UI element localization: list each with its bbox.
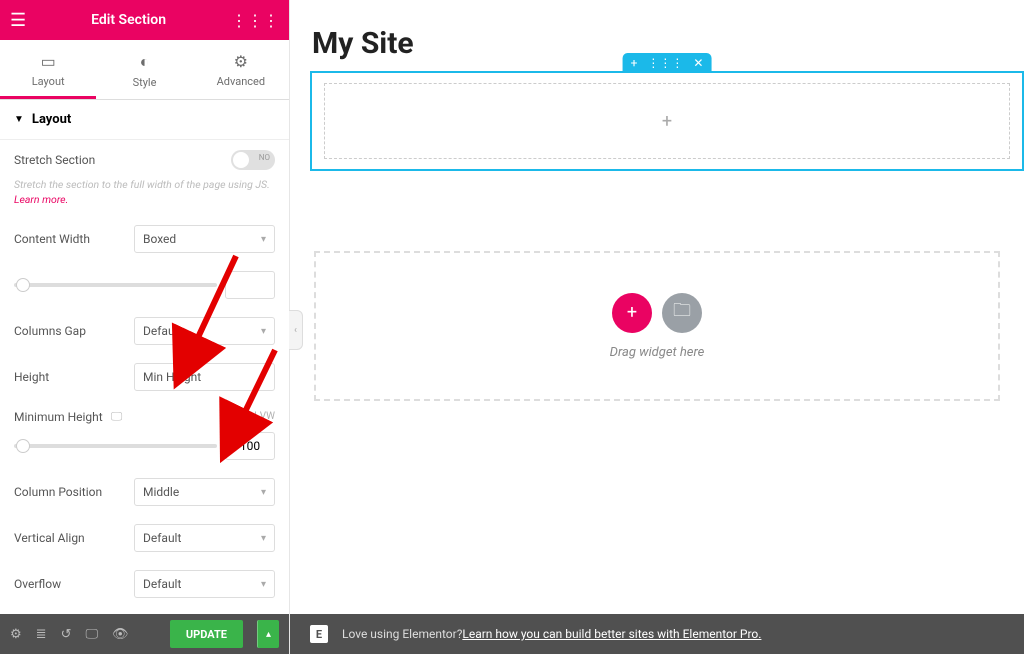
content-width-slider[interactable]	[14, 283, 217, 287]
panel-title: Edit Section	[26, 12, 231, 28]
height-select[interactable]: Min Height	[134, 363, 275, 391]
accordion-layout[interactable]: ▼ Layout	[0, 100, 289, 140]
drop-zone[interactable]: + 🗀 Drag widget here	[314, 251, 1000, 401]
drop-text: Drag widget here	[610, 345, 705, 360]
style-icon: ◐	[96, 52, 192, 72]
learn-more-link[interactable]: Learn more.	[14, 193, 68, 206]
tab-advanced[interactable]: ⚙ Advanced	[193, 40, 289, 99]
tab-style[interactable]: ◐ Style	[96, 40, 192, 99]
folder-icon: 🗀	[673, 298, 691, 328]
preview-area: My Site + ⋮⋮⋮ ✕ + + 🗀 Drag wid	[290, 0, 1024, 654]
layout-icon: ▭	[0, 52, 96, 71]
content-width-input[interactable]	[225, 271, 275, 299]
tab-label: Style	[133, 76, 157, 89]
update-options-button[interactable]: ▴	[257, 620, 279, 648]
unit-vw[interactable]: VW	[260, 411, 275, 422]
panel-header: ☰ Edit Section ⋮⋮⋮	[0, 0, 289, 40]
add-section-button[interactable]: +	[612, 293, 652, 333]
navigator-icon[interactable]: ≣	[36, 627, 47, 642]
tab-label: Advanced	[217, 75, 265, 88]
stretch-help: Stretch the section to the full width of…	[14, 178, 275, 207]
column-position-label: Column Position	[14, 485, 134, 499]
selected-section[interactable]: + ⋮⋮⋮ ✕ +	[310, 71, 1024, 171]
widgets-grid-icon[interactable]: ⋮⋮⋮	[231, 11, 279, 30]
slider-thumb[interactable]	[16, 439, 30, 453]
promo-text: Love using Elementor?	[342, 627, 462, 641]
vertical-align-select[interactable]: Default	[134, 524, 275, 552]
tab-label: Layout	[32, 75, 65, 88]
min-height-slider[interactable]	[14, 444, 217, 448]
switch-text: NO	[259, 153, 270, 162]
slider-thumb[interactable]	[16, 278, 30, 292]
section-handle[interactable]: + ⋮⋮⋮ ✕	[623, 53, 712, 73]
elementor-logo-icon: E	[310, 625, 328, 643]
responsive-icon[interactable]: 🖵	[111, 409, 123, 424]
unit-vh[interactable]: VH	[243, 411, 257, 422]
section-add-icon[interactable]: +	[631, 56, 638, 70]
unit-switcher[interactable]: PX VH VW	[228, 411, 275, 422]
section-column[interactable]: +	[324, 83, 1010, 159]
overflow-label: Overflow	[14, 577, 134, 591]
responsive-mode-icon[interactable]: 🖵	[85, 627, 98, 642]
stretch-label: Stretch Section	[14, 153, 134, 167]
preview-icon[interactable]: 👁	[112, 627, 129, 642]
advanced-icon: ⚙	[193, 52, 289, 71]
min-height-input[interactable]	[225, 432, 275, 460]
content-width-select[interactable]: Boxed	[134, 225, 275, 253]
column-position-select[interactable]: Middle	[134, 478, 275, 506]
control-stretch-section: Stretch Section NO	[14, 150, 275, 170]
height-label: Height	[14, 370, 134, 384]
columns-gap-select[interactable]: Default	[134, 317, 275, 345]
content-width-label: Content Width	[14, 232, 134, 246]
settings-icon[interactable]: ⚙	[10, 627, 22, 642]
panel-footer: ⚙ ≣ ↺ 🖵 👁 UPDATE ▴	[0, 614, 289, 654]
overflow-select[interactable]: Default	[134, 570, 275, 598]
section-drag-icon[interactable]: ⋮⋮⋮	[647, 56, 683, 70]
controls-container: Stretch Section NO Stretch the section t…	[0, 140, 289, 614]
promo-link[interactable]: Learn how you can build better sites wit…	[462, 627, 761, 641]
update-button[interactable]: UPDATE	[170, 620, 243, 648]
columns-gap-label: Columns Gap	[14, 324, 134, 338]
vertical-align-label: Vertical Align	[14, 531, 134, 545]
switch-knob	[233, 152, 249, 168]
menu-icon[interactable]: ☰	[10, 10, 26, 31]
column-add-icon[interactable]: +	[662, 111, 672, 132]
add-template-button[interactable]: 🗀	[662, 293, 702, 333]
unit-px[interactable]: PX	[228, 411, 240, 422]
accordion-title: Layout	[32, 112, 71, 127]
history-icon[interactable]: ↺	[61, 627, 72, 642]
editor-panel: ☰ Edit Section ⋮⋮⋮ ▭ Layout ◐ Style ⚙ Ad…	[0, 0, 290, 654]
min-height-label: Minimum Height	[14, 410, 103, 424]
tab-layout[interactable]: ▭ Layout	[0, 40, 96, 99]
stretch-switch[interactable]: NO	[231, 150, 275, 170]
section-delete-icon[interactable]: ✕	[693, 56, 703, 70]
caret-down-icon: ▼	[14, 114, 24, 125]
panel-tabs: ▭ Layout ◐ Style ⚙ Advanced	[0, 40, 289, 100]
bottom-promo-bar: E Love using Elementor? Learn how you ca…	[290, 614, 1024, 654]
panel-collapse-handle[interactable]: ‹	[289, 310, 303, 350]
